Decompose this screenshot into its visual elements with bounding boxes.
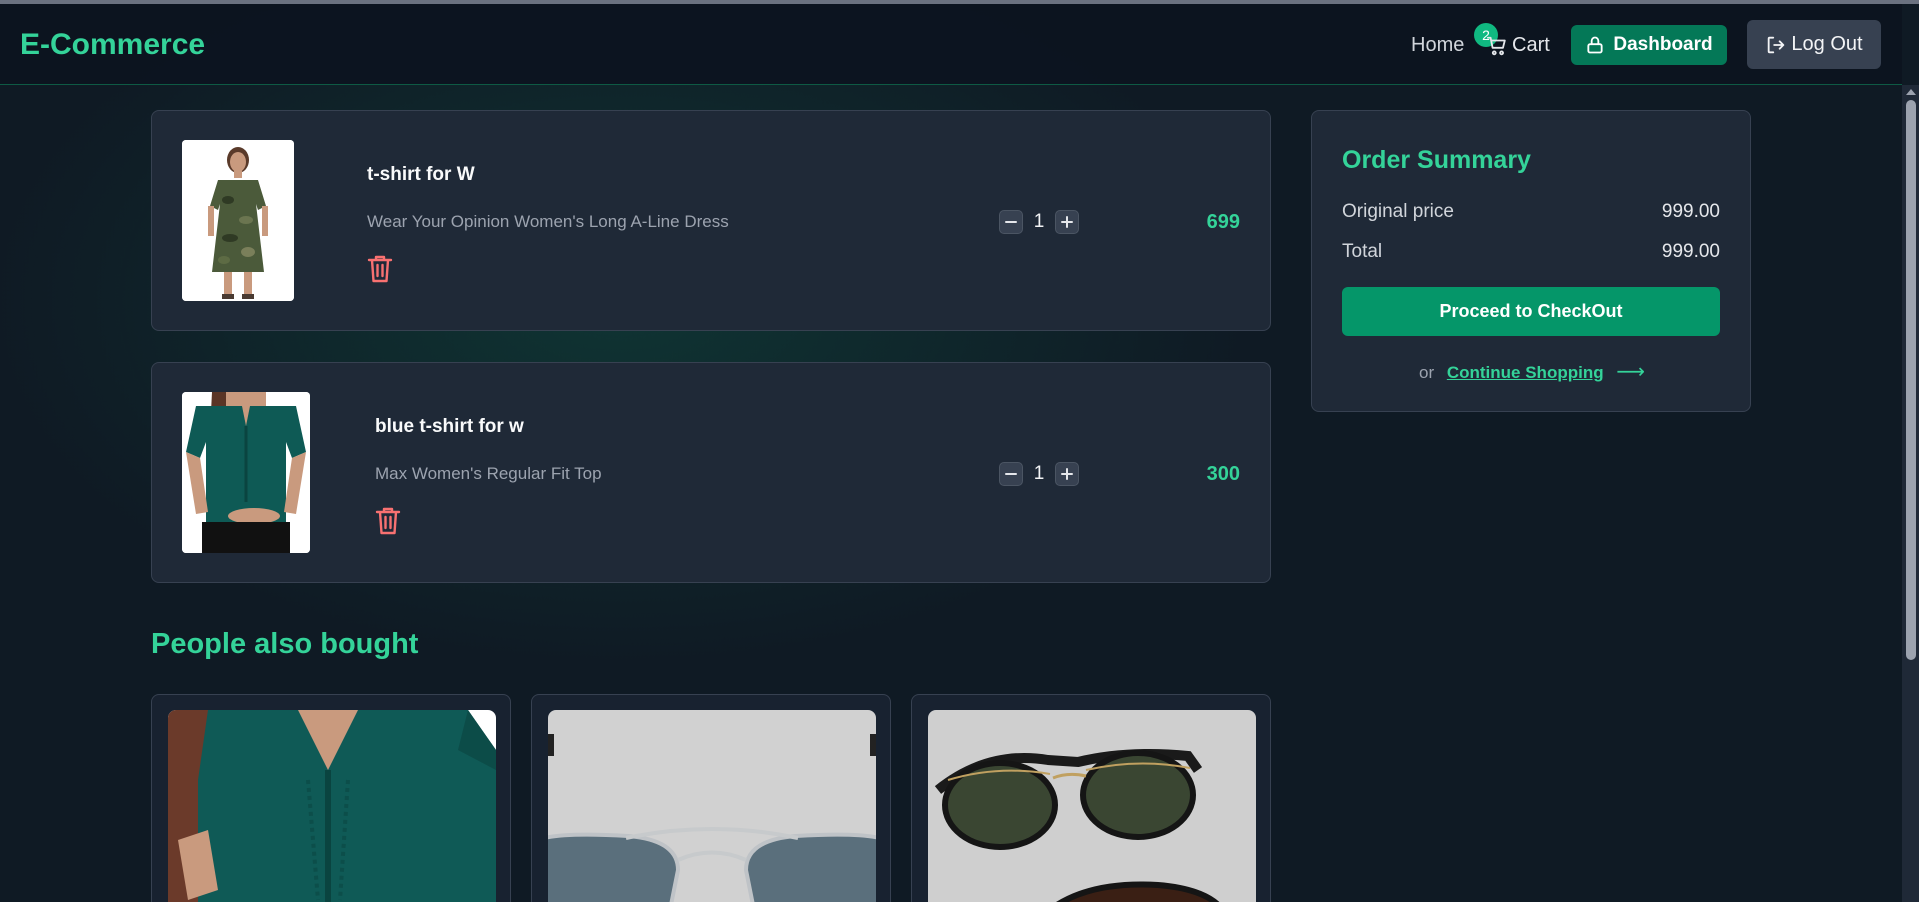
order-summary-title: Order Summary xyxy=(1342,146,1531,174)
quantity-value: 1 xyxy=(1033,463,1045,484)
quantity-stepper: 1 xyxy=(999,210,1079,234)
arrow-right-icon[interactable]: ⟶ xyxy=(1616,361,1645,383)
product-name: t-shirt for W xyxy=(367,164,475,185)
people-also-bought-heading: People also bought xyxy=(151,628,419,660)
minus-icon xyxy=(1005,221,1017,223)
item-price: 300 xyxy=(1206,463,1240,485)
navbar: E-Commerce Home 2 Cart Dashboard Log Out xyxy=(0,4,1902,85)
continue-shopping-link[interactable]: Continue Shopping xyxy=(1447,363,1604,382)
brand-logo[interactable]: E-Commerce xyxy=(20,28,205,62)
decrease-quantity-button[interactable] xyxy=(999,462,1023,486)
dashboard-button[interactable]: Dashboard xyxy=(1571,25,1727,65)
increase-quantity-button[interactable] xyxy=(1055,462,1079,486)
nav-cart-label: Cart xyxy=(1512,34,1550,56)
item-price: 699 xyxy=(1206,211,1240,233)
cart-icon xyxy=(1486,36,1506,55)
product-description: Wear Your Opinion Women's Long A-Line Dr… xyxy=(367,212,729,231)
logout-button[interactable]: Log Out xyxy=(1747,20,1881,69)
scrollbar-thumb[interactable] xyxy=(1906,100,1916,660)
increase-quantity-button[interactable] xyxy=(1055,210,1079,234)
order-summary-panel: Order Summary Original price 999.00 Tota… xyxy=(1311,110,1751,412)
nav-cart-link[interactable]: Cart xyxy=(1486,34,1550,57)
quantity-value: 1 xyxy=(1033,211,1045,232)
checkout-button[interactable]: Proceed to CheckOut xyxy=(1342,287,1720,336)
recommendation-card[interactable] xyxy=(151,694,511,902)
product-description: Max Women's Regular Fit Top xyxy=(375,464,602,483)
cart-item: blue t-shirt for w Max Women's Regular F… xyxy=(151,362,1271,583)
recommendation-card[interactable] xyxy=(911,694,1271,902)
recommendation-image[interactable] xyxy=(168,710,496,902)
original-price-value: 999.00 xyxy=(1661,201,1720,222)
total-row: Total 999.00 xyxy=(1342,241,1720,263)
continue-shopping-row: or Continue Shopping ⟶ xyxy=(1312,359,1752,384)
quantity-stepper: 1 xyxy=(999,462,1079,486)
lock-icon xyxy=(1587,36,1603,54)
total-label: Total xyxy=(1342,241,1383,262)
product-name: blue t-shirt for w xyxy=(375,416,524,437)
plus-icon xyxy=(1061,216,1073,228)
cart-item: t-shirt for W Wear Your Opinion Women's … xyxy=(151,110,1271,331)
recommendation-image[interactable] xyxy=(928,710,1256,902)
remove-item-button[interactable] xyxy=(367,254,393,284)
scroll-up-arrow-icon[interactable] xyxy=(1906,89,1916,95)
trash-icon xyxy=(367,255,393,283)
or-text: or xyxy=(1418,363,1435,382)
decrease-quantity-button[interactable] xyxy=(999,210,1023,234)
logout-label: Log Out xyxy=(1791,33,1863,55)
product-image[interactable] xyxy=(182,140,294,301)
logout-icon xyxy=(1768,36,1785,53)
product-image[interactable] xyxy=(182,392,310,553)
trash-icon xyxy=(375,507,401,535)
total-value: 999.00 xyxy=(1661,241,1720,262)
remove-item-button[interactable] xyxy=(375,506,401,536)
original-price-label: Original price xyxy=(1342,201,1454,222)
nav-home-link[interactable]: Home xyxy=(1411,34,1464,57)
plus-icon xyxy=(1061,468,1073,480)
minus-icon xyxy=(1005,473,1017,475)
recommendation-image[interactable] xyxy=(548,710,876,902)
original-price-row: Original price 999.00 xyxy=(1342,201,1720,223)
recommendation-card[interactable] xyxy=(531,694,891,902)
dashboard-label: Dashboard xyxy=(1613,34,1713,55)
